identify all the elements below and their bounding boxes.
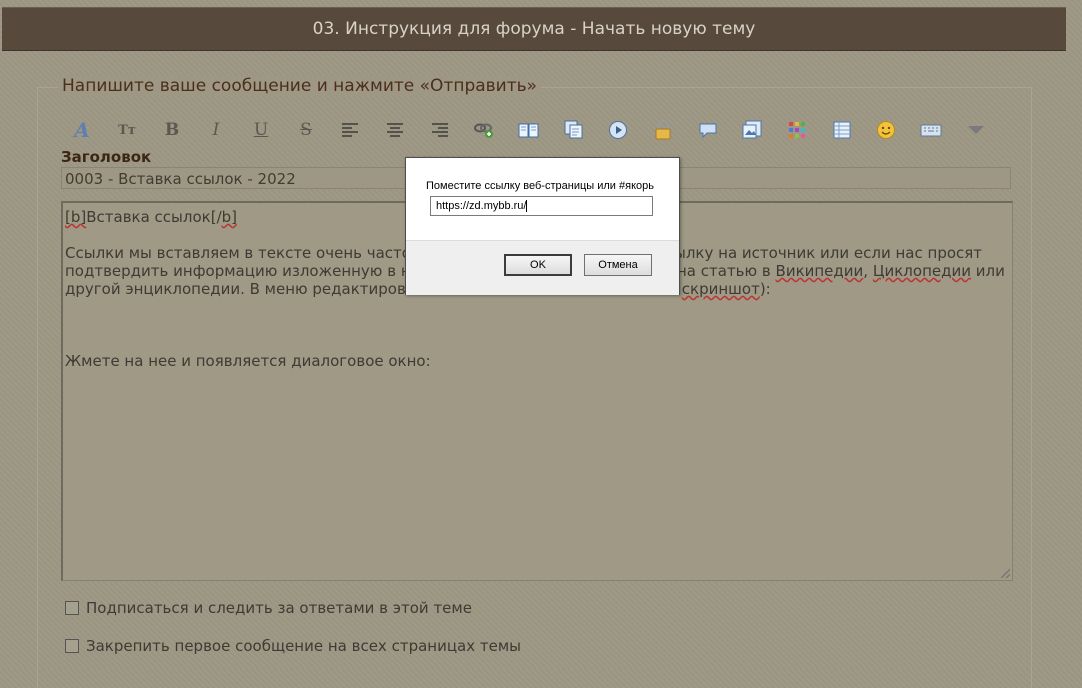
color-icon[interactable] — [783, 116, 811, 144]
quote-book-icon[interactable] — [515, 116, 543, 144]
subscribe-label: Подписаться и следить за ответами в этой… — [86, 599, 472, 617]
align-left-icon[interactable] — [336, 116, 364, 144]
dialog-footer: OK Отмена — [406, 240, 679, 295]
font-size-icon[interactable]: Tт — [113, 116, 141, 144]
text-caret — [526, 200, 528, 213]
font-face-icon[interactable]: A — [68, 116, 96, 144]
table-icon[interactable] — [828, 116, 856, 144]
speech-bubble-icon[interactable] — [694, 116, 722, 144]
strikethrough-icon[interactable]: S — [292, 116, 320, 144]
subscribe-option[interactable]: Подписаться и следить за ответами в этой… — [65, 599, 472, 617]
italic-icon[interactable]: I — [202, 116, 230, 144]
message-paragraph-line: Жмете на нее и появляется диалоговое окн… — [65, 352, 431, 370]
smiley-icon[interactable] — [872, 116, 900, 144]
align-center-icon[interactable] — [381, 116, 409, 144]
pin-checkbox[interactable] — [65, 639, 79, 653]
keyboard-icon[interactable] — [917, 116, 945, 144]
link-icon[interactable] — [470, 116, 498, 144]
link-prompt-dialog: Поместите ссылку веб-страницы или #якорь… — [405, 157, 680, 295]
form-legend: Напишите ваше сообщение и нажмите «Отпра… — [58, 76, 542, 96]
copy-icon[interactable] — [560, 116, 588, 144]
bold-icon[interactable]: B — [158, 116, 186, 144]
cancel-button[interactable]: Отмена — [584, 254, 652, 276]
resize-handle-icon[interactable] — [1000, 568, 1010, 578]
dialog-prompt-text: Поместите ссылку веб-страницы или #якорь — [426, 180, 654, 192]
pin-label: Закрепить первое сообщение на всех стран… — [86, 637, 522, 655]
page-title: 03. Инструкция для форума - Начать новую… — [2, 7, 1066, 51]
subject-label: Заголовок — [61, 148, 152, 166]
video-icon[interactable] — [604, 116, 632, 144]
align-right-icon[interactable] — [426, 116, 454, 144]
image-icon[interactable] — [738, 116, 766, 144]
ok-button[interactable]: OK — [504, 254, 572, 276]
hide-lock-icon[interactable] — [649, 116, 677, 144]
pin-option[interactable]: Закрепить первое сообщение на всех стран… — [65, 637, 521, 655]
underline-icon[interactable]: U — [247, 116, 275, 144]
more-arrow-icon[interactable] — [962, 116, 990, 144]
link-url-input[interactable]: https://zd.mybb.ru/ — [430, 196, 653, 216]
subscribe-checkbox[interactable] — [65, 601, 79, 615]
